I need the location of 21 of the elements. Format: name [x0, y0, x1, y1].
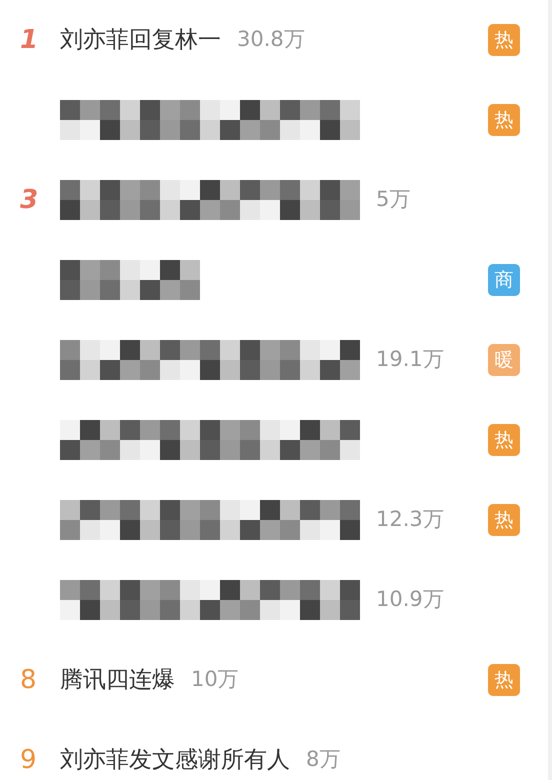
rank-number: 8 [20, 664, 37, 696]
topic-badge: 商 [488, 264, 520, 296]
topic-badge: 热 [488, 424, 520, 456]
rank-number: 3 [20, 184, 38, 216]
heat-count: 19.1万 [376, 346, 444, 374]
topic-badge: 热 [488, 664, 520, 696]
topic-badge: 暖 [488, 344, 520, 376]
topic-title[interactable]: 腾讯四连爆 [60, 662, 175, 698]
topic-title[interactable]: 刘亦菲发文感谢所有人 [60, 742, 290, 778]
heat-count: 8万 [306, 746, 340, 774]
rank-number: 9 [20, 744, 37, 776]
topic-badge: 热 [488, 24, 520, 56]
topic-badge: 热 [488, 504, 520, 536]
topic-badge: 热 [488, 104, 520, 136]
heat-count: 12.3万 [376, 506, 444, 534]
topic-title[interactable]: 刘亦菲回复林一 [60, 22, 221, 58]
heat-count: 30.8万 [237, 26, 305, 54]
heat-count: 10万 [191, 666, 239, 694]
heat-count: 10.9万 [376, 586, 444, 614]
rank-number: 1 [20, 24, 38, 56]
heat-count: 5万 [376, 186, 410, 214]
